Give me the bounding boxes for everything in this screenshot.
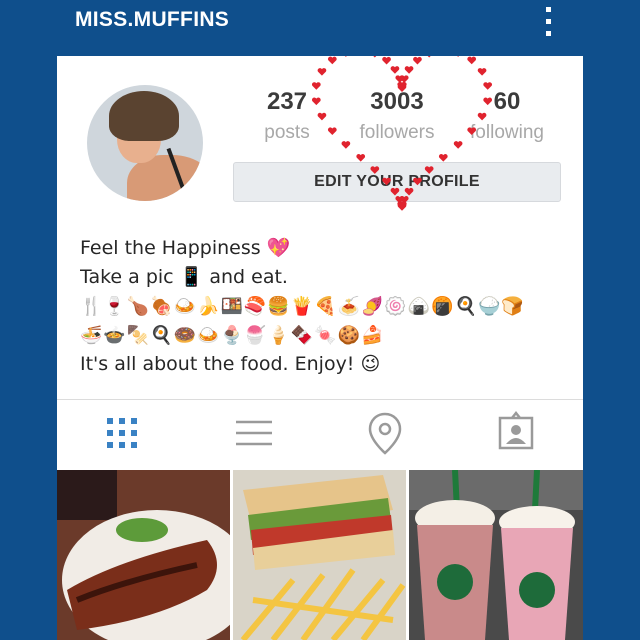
small-heart <box>457 56 460 57</box>
stat-followers[interactable]: 3003 followers <box>337 88 457 144</box>
photo-thumbnail-steak[interactable] <box>57 470 230 640</box>
posts-count: 237 <box>266 88 308 115</box>
small-heart <box>382 56 391 65</box>
small-heart <box>397 201 407 209</box>
small-heart <box>373 56 377 58</box>
photo-thumbnail-drinks[interactable] <box>409 470 583 640</box>
stat-following[interactable]: 60 following <box>447 88 567 144</box>
following-count: 60 <box>493 88 521 115</box>
small-heart <box>356 154 366 162</box>
followers-count: 3003 <box>370 88 424 115</box>
tagged-person-icon[interactable] <box>450 400 581 468</box>
more-options-icon[interactable] <box>540 4 558 40</box>
posts-label: posts <box>264 122 310 143</box>
small-heart <box>344 56 347 57</box>
small-heart <box>427 56 431 58</box>
small-heart <box>390 66 400 74</box>
profile-username: MISS.MUFFINS <box>75 8 230 31</box>
small-heart <box>397 203 407 211</box>
small-heart <box>413 56 422 65</box>
small-heart <box>438 154 448 162</box>
followers-label: followers <box>359 122 435 143</box>
small-heart <box>467 56 477 65</box>
small-heart <box>399 75 409 83</box>
small-heart <box>395 75 405 83</box>
small-heart <box>327 56 337 65</box>
bio-line: Take a pic 📱 and eat. <box>80 266 288 288</box>
stat-posts[interactable]: 237 posts <box>227 88 347 144</box>
edit-profile-button[interactable]: EDIT YOUR PROFILE <box>233 162 561 202</box>
small-heart <box>317 68 327 76</box>
location-pin-icon[interactable] <box>319 400 450 468</box>
avatar[interactable] <box>87 85 203 201</box>
profile-tabs <box>57 400 583 468</box>
top-bar: MISS.MUFFINS <box>0 0 640 56</box>
photo-grid <box>57 470 583 640</box>
small-heart <box>397 201 407 209</box>
bio-emoji-line: 🍜🍲🍢🍳🍩🍛🍨🍧🍦🍫🍬🍪🍰 <box>80 325 385 346</box>
bio-emoji-line: 🍴🍷🍗🍖🍛🍌🍱🍣🍔🍟🍕🍝🍠🍥🍙🍘🍳🍚🍞 <box>80 296 525 317</box>
list-icon[interactable] <box>188 400 319 468</box>
bio-line: Feel the Happiness 💖 <box>80 237 291 259</box>
small-heart <box>477 68 487 76</box>
small-heart <box>404 66 414 74</box>
profile-bio: Feel the Happiness 💖 Take a pic 📱 and ea… <box>80 234 570 379</box>
following-label: following <box>470 122 544 143</box>
profile-card: 237 posts 3003 followers 60 following ED… <box>57 56 583 640</box>
bio-line: It's all about the food. Enjoy! 😉 <box>80 353 381 375</box>
photo-thumbnail-sandwich[interactable] <box>233 470 406 640</box>
grid-icon[interactable] <box>57 400 188 468</box>
